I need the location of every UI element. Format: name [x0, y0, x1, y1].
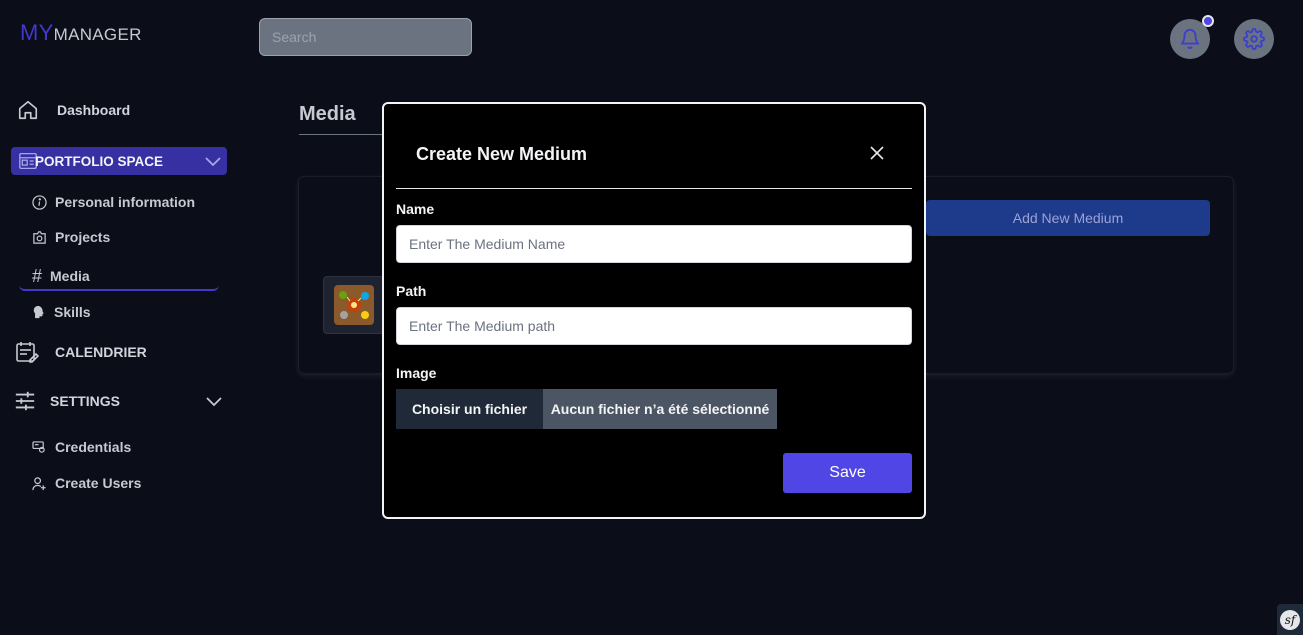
chevron-down-icon[interactable]	[206, 394, 222, 408]
sidebar-item-label: Projects	[55, 229, 111, 245]
modal-title: Create New Medium	[416, 144, 588, 164]
search-input[interactable]: Search	[259, 18, 472, 56]
add-user-icon	[32, 476, 46, 490]
credentials-icon	[32, 440, 45, 453]
sidebar-item-calendar[interactable]: CALENDRIER	[15, 341, 147, 363]
modal-divider	[396, 188, 912, 189]
hash-icon: #	[32, 265, 43, 286]
sidebar-item-label: Create Users	[55, 475, 142, 491]
brain-icon	[33, 305, 44, 319]
name-placeholder: Enter The Medium Name	[409, 236, 566, 252]
save-button[interactable]: Save	[783, 453, 912, 493]
settings-button[interactable]	[1234, 19, 1274, 59]
image-label: Image	[396, 365, 437, 381]
symfony-icon: sf	[1280, 609, 1300, 630]
sidebar-item-credentials[interactable]: Credentials	[32, 439, 131, 455]
close-icon[interactable]	[868, 144, 886, 162]
logo-suffix: MANAGER	[53, 25, 142, 44]
calendar-icon	[16, 342, 39, 363]
home-icon	[18, 100, 38, 120]
sidebar-item-label: Skills	[54, 304, 91, 320]
sidebar-item-label: CALENDRIER	[55, 344, 147, 360]
sliders-icon	[15, 391, 35, 411]
projects-icon	[33, 230, 46, 244]
info-icon	[32, 194, 47, 210]
path-label: Path	[396, 283, 427, 299]
media-image-icon	[334, 285, 374, 325]
notification-dot	[1202, 15, 1214, 27]
sidebar-item-portfolio-space[interactable]: PORTFOLIO SPACE	[11, 147, 227, 175]
title-underline	[299, 134, 383, 135]
logo-prefix: MY	[20, 20, 54, 45]
symfony-toolbar-toggle[interactable]: sf	[1277, 604, 1303, 635]
sidebar-item-label: Media	[50, 268, 90, 284]
search-placeholder: Search	[272, 29, 317, 45]
name-label: Name	[396, 201, 435, 217]
app-logo[interactable]: MYMANAGER	[20, 20, 142, 46]
sidebar-item-media[interactable]: # Media	[19, 263, 219, 291]
sidebar-item-label: Personal information	[55, 194, 196, 210]
bell-icon	[1180, 29, 1200, 50]
scrollbar[interactable]	[1295, 0, 1303, 604]
add-new-medium-button[interactable]: Add New Medium	[926, 200, 1210, 236]
page-title: Media	[299, 103, 356, 125]
file-status: Aucun fichier n’a été sélectionné	[543, 389, 777, 429]
sidebar-item-label: Credentials	[55, 439, 132, 455]
name-field[interactable]: Enter The Medium Name	[396, 225, 912, 263]
path-field[interactable]: Enter The Medium path	[396, 307, 912, 345]
sidebar-item-label: Dashboard	[57, 102, 131, 118]
sidebar-item-settings[interactable]: SETTINGS	[14, 390, 224, 412]
sidebar-item-label: PORTFOLIO SPACE	[35, 153, 164, 169]
image-file-input[interactable]: Choisir un fichier Aucun fichier n’a été…	[396, 389, 777, 429]
media-thumbnail[interactable]	[323, 276, 385, 334]
sidebar-item-personal-information[interactable]: Personal information	[32, 194, 195, 210]
sidebar-item-dashboard[interactable]: Dashboard	[17, 99, 130, 121]
choose-file-button[interactable]: Choisir un fichier	[396, 389, 543, 429]
gear-icon	[1243, 28, 1265, 50]
sidebar-item-skills[interactable]: Skills	[32, 304, 91, 320]
sidebar-item-label: SETTINGS	[50, 393, 121, 409]
create-medium-modal: Create New Medium Name Enter The Medium …	[382, 102, 926, 519]
sidebar-item-projects[interactable]: Projects	[32, 229, 110, 245]
sidebar-item-create-users[interactable]: Create Users	[32, 475, 141, 491]
chevron-down-icon[interactable]	[205, 154, 221, 168]
path-placeholder: Enter The Medium path	[409, 318, 556, 334]
